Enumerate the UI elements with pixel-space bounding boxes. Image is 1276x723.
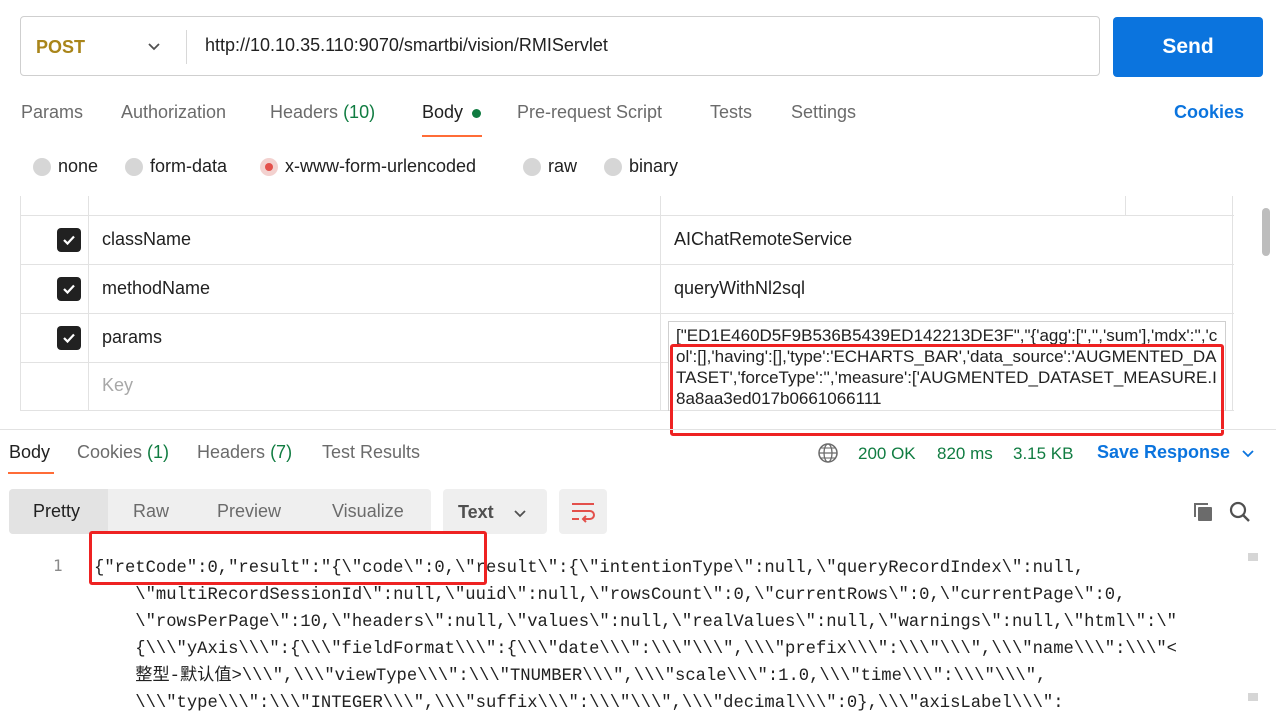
code-line: \\\"type\\\":\\\"INTEGER\\\",\\\"suffix\… xyxy=(94,694,1064,713)
code-line: \"multiRecordSessionId\":null,\"uuid\":n… xyxy=(94,586,1126,605)
chevron-down-icon[interactable] xyxy=(1240,445,1256,461)
response-tab-test-results[interactable]: Test Results xyxy=(322,442,420,463)
tab-authorization[interactable]: Authorization xyxy=(121,102,226,123)
code-line: \"rowsPerPage\":10,\"headers\":null,\"va… xyxy=(94,613,1177,632)
wrap-lines-icon xyxy=(572,503,595,523)
response-tab-headers-label: Headers xyxy=(197,442,266,462)
row-checkbox-params[interactable] xyxy=(57,326,81,350)
save-response-button[interactable]: Save Response xyxy=(1097,442,1230,463)
copy-icon[interactable] xyxy=(1191,500,1215,524)
wrap-lines-button[interactable] xyxy=(559,489,607,534)
code-line: {\\\"yAxis\\\":{\\\"fieldFormat\\\":{\\\… xyxy=(94,640,1177,659)
radio-raw-label[interactable]: raw xyxy=(548,156,577,177)
response-time: 820 ms xyxy=(937,444,993,463)
tab-active-underline xyxy=(8,472,54,474)
preview-button[interactable]: Preview xyxy=(217,501,281,522)
radio-urlencoded[interactable] xyxy=(260,158,278,176)
tab-prerequest-script[interactable]: Pre-request Script xyxy=(517,102,662,123)
radio-urlencoded-label[interactable]: x-www-form-urlencoded xyxy=(285,156,476,177)
chevron-down-icon[interactable] xyxy=(512,505,528,521)
param-value[interactable]: queryWithNl2sql xyxy=(674,278,805,299)
send-button[interactable]: Send xyxy=(1113,17,1263,77)
highlight-box-params xyxy=(670,344,1224,436)
code-line: 整型-默认值>\\\",\\\"viewType\\\":\\\"TNUMBER… xyxy=(94,667,1047,686)
url-separator xyxy=(186,30,187,64)
body-active-dot xyxy=(472,109,481,118)
tab-active-underline xyxy=(422,135,482,137)
highlight-box-response xyxy=(89,531,487,585)
radio-binary[interactable] xyxy=(604,158,622,176)
url-input[interactable]: http://10.10.35.110:9070/smartbi/vision/… xyxy=(205,35,608,56)
tab-headers-label: Headers xyxy=(270,102,339,122)
format-select-label[interactable]: Text xyxy=(458,502,494,523)
visualize-button[interactable]: Visualize xyxy=(332,501,404,522)
new-key-input[interactable]: Key xyxy=(102,375,133,396)
code-scroll-down[interactable] xyxy=(1248,693,1258,701)
radio-form-data-label[interactable]: form-data xyxy=(150,156,227,177)
chevron-down-icon[interactable] xyxy=(146,38,162,54)
scrollbar-thumb[interactable] xyxy=(1262,208,1270,256)
response-size: 3.15 KB xyxy=(1013,444,1074,463)
radio-form-data[interactable] xyxy=(125,158,143,176)
param-key[interactable]: className xyxy=(102,229,191,250)
tab-tests[interactable]: Tests xyxy=(710,102,752,123)
checkbox-checked-icon xyxy=(63,284,75,295)
param-value[interactable]: AIChatRemoteService xyxy=(674,229,852,250)
param-key[interactable]: params xyxy=(102,327,162,348)
tab-headers-count: (10) xyxy=(343,102,376,122)
response-tab-cookies[interactable]: Cookies (1) xyxy=(77,442,169,463)
tab-body[interactable]: Body xyxy=(422,102,463,123)
tab-params[interactable]: Params xyxy=(21,102,83,123)
radio-raw[interactable] xyxy=(523,158,541,176)
method-select[interactable]: POST xyxy=(36,37,85,58)
radio-binary-label[interactable]: binary xyxy=(629,156,678,177)
checkbox-checked-icon xyxy=(63,333,75,344)
code-scroll-up[interactable] xyxy=(1248,553,1258,561)
cookies-link[interactable]: Cookies xyxy=(1174,102,1244,123)
radio-none[interactable] xyxy=(33,158,51,176)
response-tab-cookies-label: Cookies xyxy=(77,442,143,462)
response-tab-body[interactable]: Body xyxy=(9,442,50,463)
globe-icon[interactable] xyxy=(817,442,839,464)
tab-headers[interactable]: Headers (10) xyxy=(270,102,375,123)
status-code: 200 OK xyxy=(858,444,916,463)
section-divider xyxy=(0,429,1276,430)
raw-button[interactable]: Raw xyxy=(133,501,169,522)
radio-none-label[interactable]: none xyxy=(58,156,98,177)
line-number: 1 xyxy=(53,556,63,575)
row-checkbox-methodname[interactable] xyxy=(57,277,81,301)
param-key[interactable]: methodName xyxy=(102,278,210,299)
search-icon[interactable] xyxy=(1228,500,1252,524)
row-checkbox-classname[interactable] xyxy=(57,228,81,252)
response-tab-headers[interactable]: Headers (7) xyxy=(197,442,292,463)
response-tab-headers-count: (7) xyxy=(270,442,293,462)
checkbox-checked-icon xyxy=(63,235,75,246)
pretty-label[interactable]: Pretty xyxy=(33,501,80,522)
tab-settings[interactable]: Settings xyxy=(791,102,856,123)
response-tab-cookies-count: (1) xyxy=(147,442,170,462)
